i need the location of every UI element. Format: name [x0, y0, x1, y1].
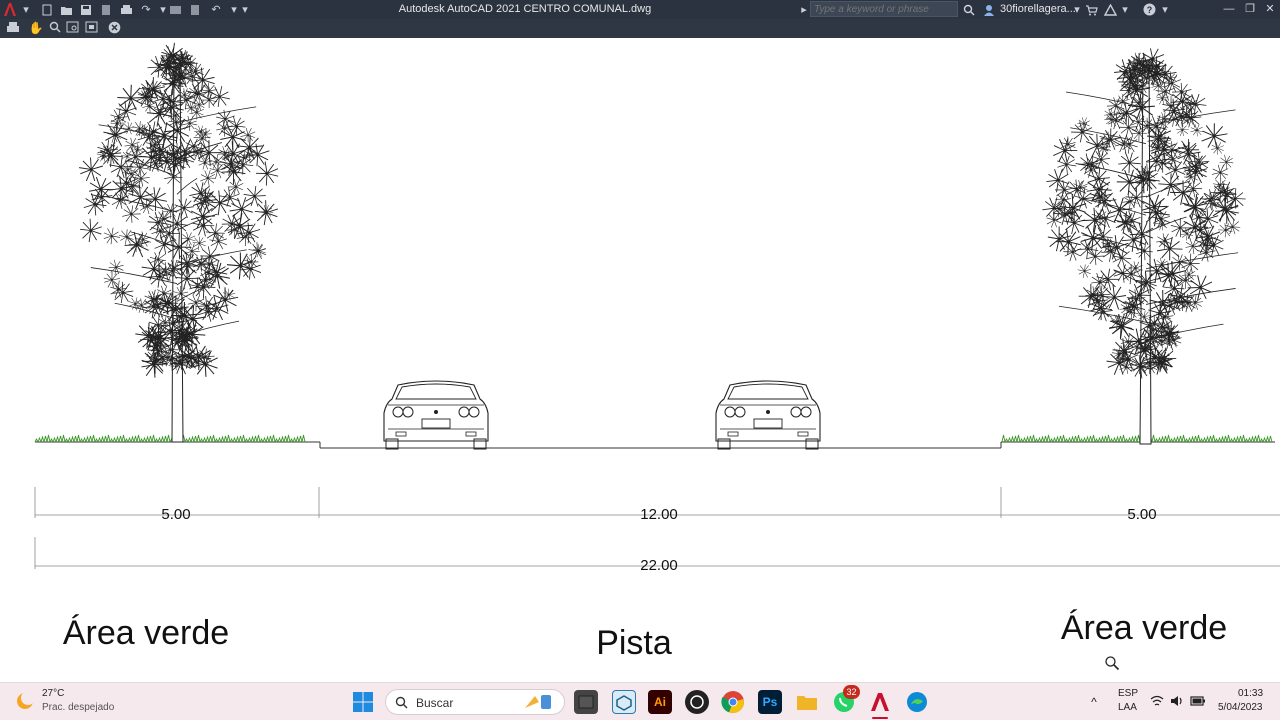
- redo-icon[interactable]: ↷: [139, 0, 153, 19]
- close-icon[interactable]: ✕: [1259, 0, 1280, 19]
- street-section-drawing: [34, 38, 1280, 569]
- new-file-icon[interactable]: [40, 0, 54, 19]
- share-icon[interactable]: [168, 0, 182, 19]
- tray-overflow-icon[interactable]: ^: [1087, 695, 1101, 709]
- windows-start-icon[interactable]: [352, 691, 374, 713]
- illustrator-app-icon[interactable]: Ai: [648, 690, 672, 714]
- zoom-original-icon[interactable]: [83, 21, 99, 36]
- drawing-canvas[interactable]: 5.00 12.00 5.00 22.00 Área verde Pista Á…: [0, 38, 1280, 682]
- edge-app-icon[interactable]: [905, 690, 929, 714]
- windows-taskbar: 27°C Prac. despejado Buscar Ai Ps 32 ^ E…: [0, 682, 1280, 720]
- help-dropdown-icon[interactable]: ▾: [1158, 0, 1172, 19]
- help-search-input[interactable]: [810, 1, 958, 17]
- title-bar: ▾ ↷ ▾ ↶ ▾ ▾ Autodesk AutoCAD 2021 CENTRO…: [0, 0, 1280, 19]
- volume-icon[interactable]: [1170, 694, 1184, 708]
- car-left: [383, 380, 489, 450]
- file-manager-app-icon[interactable]: [574, 690, 598, 714]
- print-icon[interactable]: [5, 21, 21, 36]
- grass-strip-left: [34, 434, 306, 443]
- keyboard-layout[interactable]: LAA: [1118, 702, 1137, 713]
- weather-description[interactable]: Prac. despejado: [42, 702, 114, 713]
- tree-left: [74, 38, 283, 443]
- app-menu-arrow-icon[interactable]: ▾: [19, 0, 33, 19]
- obs-app-icon[interactable]: [685, 690, 709, 714]
- restore-icon[interactable]: ❐: [1239, 0, 1261, 19]
- ground-profile: [35, 441, 1275, 449]
- publish-icon[interactable]: [188, 0, 202, 19]
- pan-hand-icon[interactable]: ✋: [28, 21, 44, 36]
- chrome-app-icon[interactable]: [721, 690, 745, 714]
- autodesk-account-icon[interactable]: [1103, 0, 1117, 19]
- minimize-icon[interactable]: —: [1218, 0, 1240, 19]
- user-dropdown-icon[interactable]: ▾: [1070, 0, 1084, 19]
- account-dropdown-icon[interactable]: ▾: [1118, 0, 1132, 19]
- zone-label-center: Pista: [596, 624, 672, 662]
- battery-icon[interactable]: [1190, 694, 1206, 708]
- tree-right: [1039, 45, 1248, 445]
- search-icon[interactable]: [962, 0, 976, 19]
- input-language[interactable]: ESP: [1118, 688, 1138, 699]
- taskbar-search-icon: [395, 696, 408, 709]
- signed-in-user[interactable]: 30fiorellagera...: [1000, 0, 1076, 19]
- clock-time[interactable]: 01:33: [1238, 688, 1263, 699]
- zone-label-left: Área verde: [62, 614, 230, 652]
- window-title: Autodesk AutoCAD 2021 CENTRO COMUNAL.dwg: [398, 3, 652, 15]
- user-icon[interactable]: [982, 0, 996, 19]
- grass-strip-right: [1001, 434, 1273, 443]
- undo-icon[interactable]: ↶: [209, 0, 223, 19]
- customize-quick-access-icon[interactable]: ▾: [238, 0, 252, 19]
- dimension-right-green-area: 5.00: [1127, 506, 1157, 523]
- dimension-total-width: 22.00: [640, 557, 678, 574]
- search-highlight-icon: [525, 695, 551, 709]
- taskbar-search-box[interactable]: Buscar: [385, 689, 565, 715]
- autocad-logo-icon[interactable]: [2, 0, 18, 19]
- open-folder-icon[interactable]: [59, 0, 73, 19]
- plot-icon[interactable]: [119, 0, 133, 19]
- clock-date[interactable]: 5/04/2023: [1218, 702, 1263, 713]
- dimension-road: 12.00: [640, 506, 678, 523]
- whatsapp-notification-badge: 32: [843, 685, 860, 699]
- taskbar-search-label: Buscar: [416, 696, 454, 710]
- wifi-icon[interactable]: [1150, 694, 1164, 708]
- weather-icon[interactable]: [14, 690, 36, 712]
- car-right: [715, 380, 821, 450]
- help-icon[interactable]: ?: [1142, 0, 1156, 19]
- autocad-app-icon[interactable]: [868, 690, 892, 714]
- zone-label-right: Área verde: [1060, 609, 1228, 647]
- zoom-icon[interactable]: [47, 21, 63, 36]
- sketchup-app-icon[interactable]: [612, 690, 636, 714]
- weather-temperature[interactable]: 27°C: [42, 688, 64, 699]
- autocad-active-indicator: [872, 717, 888, 719]
- save-icon[interactable]: [79, 0, 93, 19]
- file-explorer-app-icon[interactable]: [795, 690, 819, 714]
- search-expand-arrow-icon[interactable]: ▸: [797, 0, 811, 19]
- dimension-left-green-area: 5.00: [161, 506, 191, 523]
- zoom-window-icon[interactable]: [64, 21, 80, 36]
- photoshop-app-icon[interactable]: Ps: [758, 690, 782, 714]
- close-preview-icon[interactable]: [106, 21, 122, 36]
- save-as-icon[interactable]: [99, 0, 113, 19]
- magnifier-cursor-icon: [1104, 655, 1120, 671]
- cart-icon[interactable]: [1084, 0, 1098, 19]
- svg-text:?: ?: [1146, 5, 1152, 15]
- plot-preview-toolbar: ✋: [0, 19, 1280, 38]
